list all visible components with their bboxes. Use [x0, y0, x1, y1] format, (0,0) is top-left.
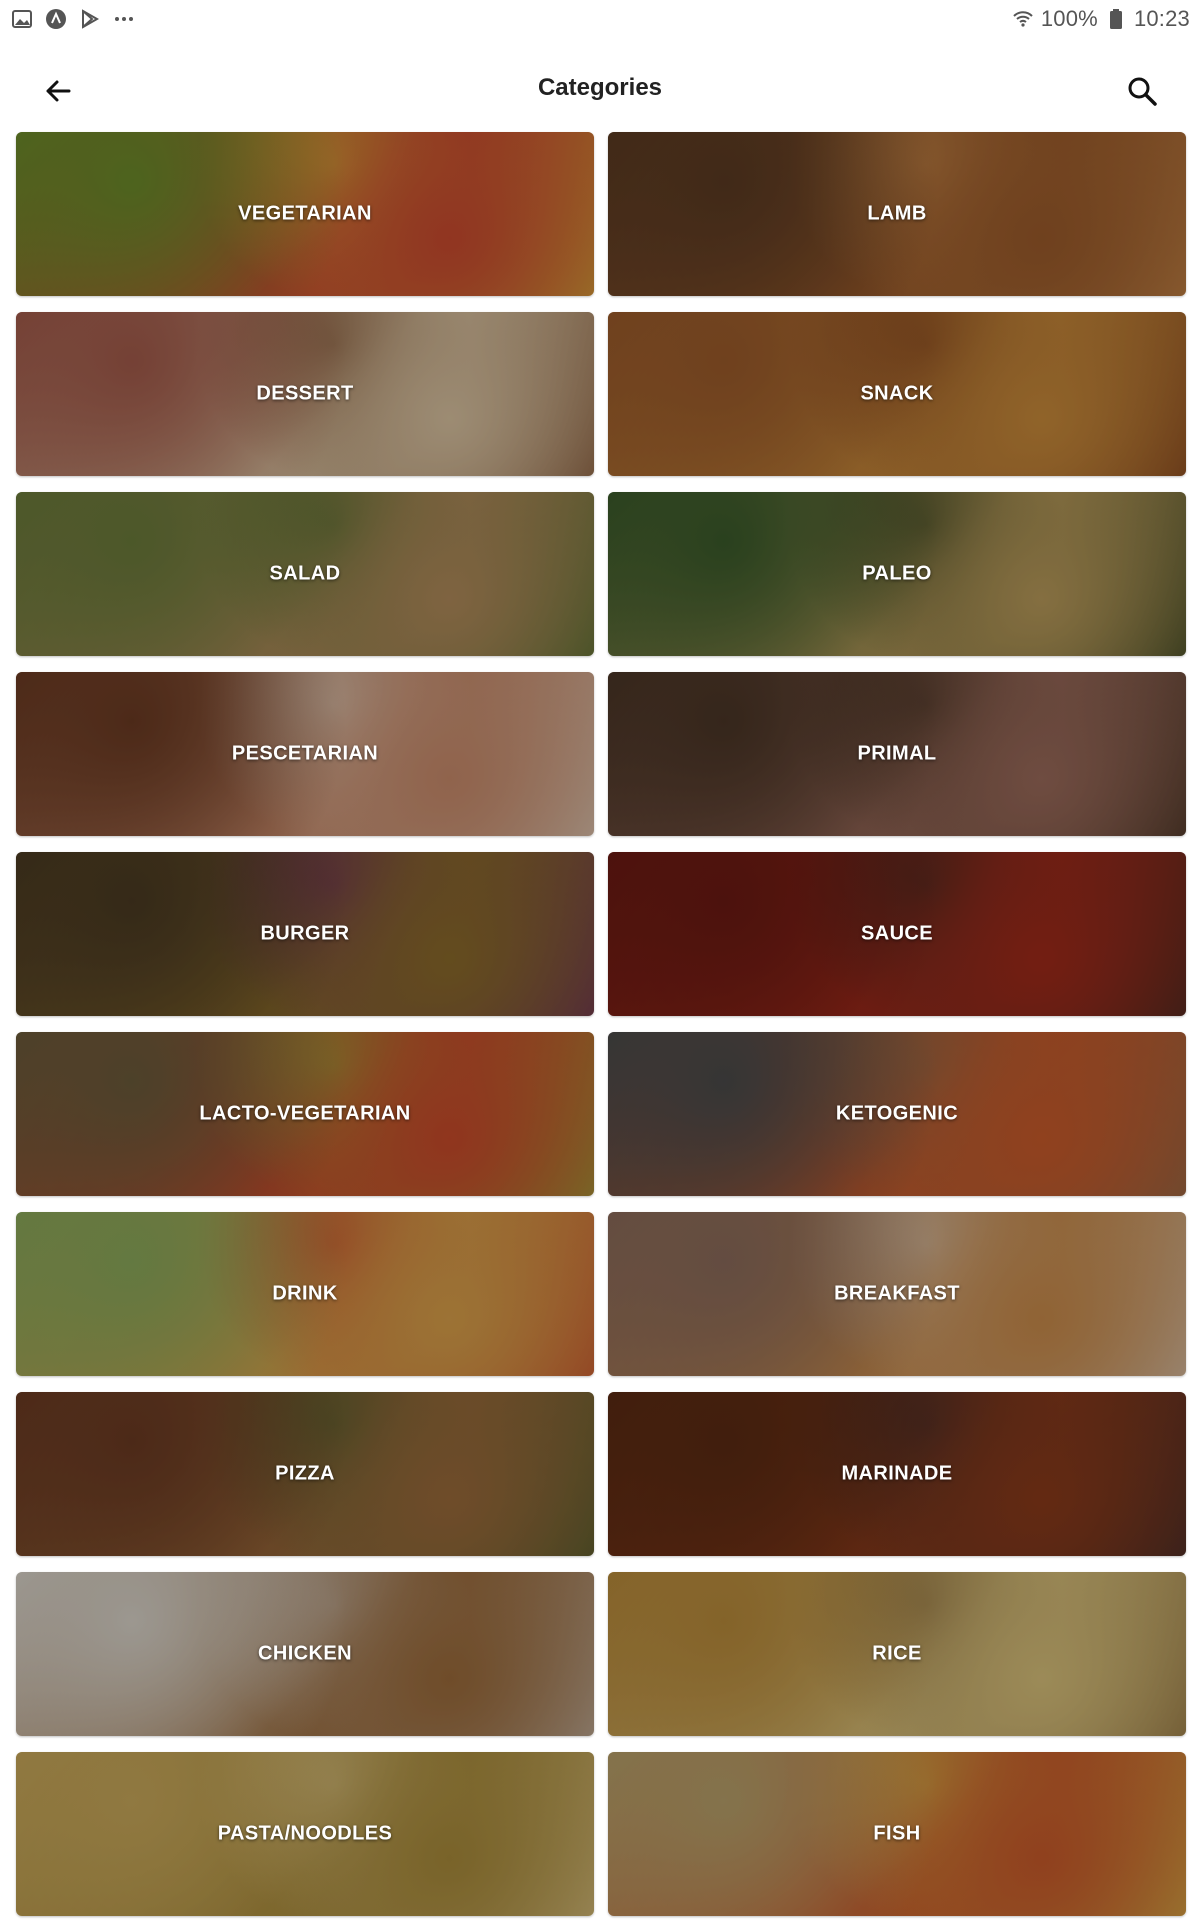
- category-tile-pizza[interactable]: PIZZA: [16, 1392, 594, 1556]
- category-label: SNACK: [860, 382, 934, 405]
- category-label: LACTO-VEGETARIAN: [199, 1102, 411, 1125]
- category-tile-snack[interactable]: SNACK: [608, 312, 1186, 476]
- category-tile-rice[interactable]: RICE: [608, 1572, 1186, 1736]
- category-label: PALEO: [862, 562, 932, 585]
- category-label: RICE: [872, 1642, 922, 1665]
- category-tile-chicken[interactable]: CHICKEN: [16, 1572, 594, 1736]
- battery-percent: 100%: [1040, 6, 1098, 31]
- category-tile-drink[interactable]: DRINK: [16, 1212, 594, 1376]
- play-store-icon: [78, 7, 102, 31]
- battery-icon: [1104, 7, 1128, 31]
- category-label: MARINADE: [841, 1462, 953, 1485]
- category-label: SALAD: [269, 562, 341, 585]
- clock-time: 10:23: [1133, 6, 1190, 31]
- category-tile-pescetarian[interactable]: PESCETARIAN: [16, 672, 594, 836]
- category-label: LAMB: [867, 202, 927, 225]
- category-tile-sauce[interactable]: SAUCE: [608, 852, 1186, 1016]
- status-bar: 100% 10:23: [0, 0, 1200, 40]
- more-dots-icon: [112, 7, 136, 31]
- category-label: KETOGENIC: [835, 1102, 959, 1125]
- category-label: SAUCE: [860, 922, 933, 945]
- category-label: FISH: [873, 1822, 921, 1845]
- status-bar-left-icons: [10, 6, 136, 32]
- wifi-icon: [1011, 7, 1035, 31]
- category-tile-burger[interactable]: BURGER: [16, 852, 594, 1016]
- category-label: BREAKFAST: [834, 1282, 960, 1305]
- category-tile-breakfast[interactable]: BREAKFAST: [608, 1212, 1186, 1376]
- category-label: DESSERT: [256, 382, 354, 405]
- category-label: VEGETARIAN: [238, 202, 372, 225]
- app-bar: Categories: [0, 40, 1200, 140]
- category-tile-fish[interactable]: FISH: [608, 1752, 1186, 1916]
- category-tile-lamb[interactable]: LAMB: [608, 132, 1186, 296]
- category-tile-pasta-noodles[interactable]: PASTA/NOODLES: [16, 1752, 594, 1916]
- search-button[interactable]: [1114, 65, 1170, 121]
- category-label: CHICKEN: [258, 1642, 352, 1665]
- category-grid: VEGETARIAN LAMB DESSERT SNACK SALAD PALEO PESC…: [16, 132, 1186, 1916]
- category-tile-vegetarian[interactable]: VEGETARIAN: [16, 132, 594, 296]
- category-tile-salad[interactable]: SALAD: [16, 492, 594, 656]
- category-tile-lacto-vegetarian[interactable]: LACTO-VEGETARIAN: [16, 1032, 594, 1196]
- category-label: DRINK: [272, 1282, 338, 1305]
- category-label: BURGER: [260, 922, 350, 945]
- search-icon: [1126, 75, 1158, 112]
- circle-a-icon: [44, 7, 68, 31]
- category-tile-ketogenic[interactable]: KETOGENIC: [608, 1032, 1186, 1196]
- category-label: PRIMAL: [857, 742, 937, 765]
- category-tile-primal[interactable]: PRIMAL: [608, 672, 1186, 836]
- status-bar-right: 100% 10:23: [1011, 6, 1190, 32]
- category-label: PESCETARIAN: [231, 742, 379, 765]
- category-label: PASTA/NOODLES: [217, 1822, 393, 1845]
- category-tile-paleo[interactable]: PALEO: [608, 492, 1186, 656]
- category-tile-dessert[interactable]: DESSERT: [16, 312, 594, 476]
- category-label: PIZZA: [275, 1462, 335, 1485]
- image-icon: [10, 7, 34, 31]
- page-title: Categories: [537, 74, 663, 101]
- category-tile-marinade[interactable]: MARINADE: [608, 1392, 1186, 1556]
